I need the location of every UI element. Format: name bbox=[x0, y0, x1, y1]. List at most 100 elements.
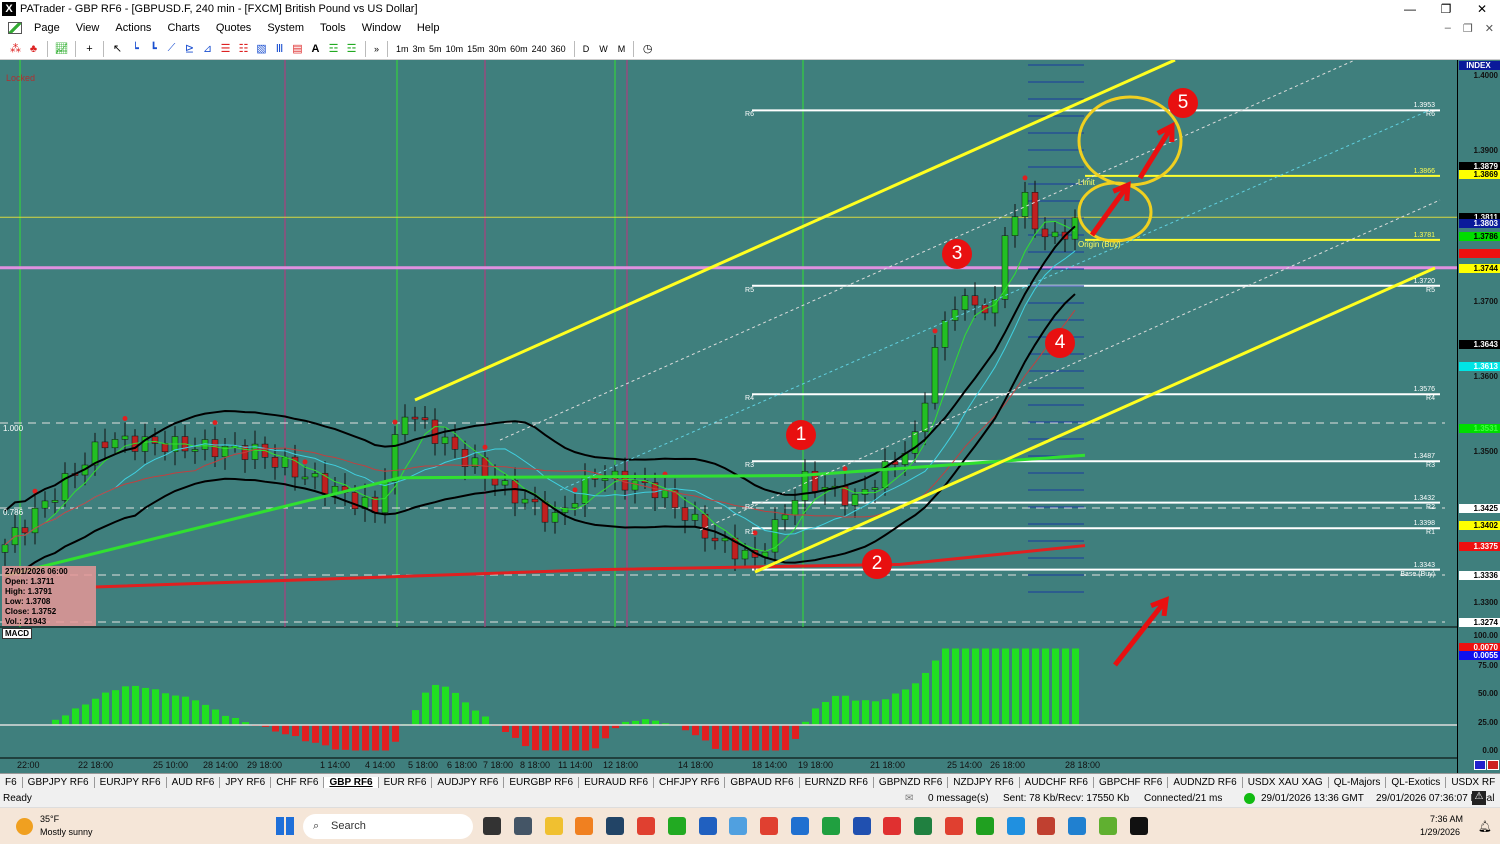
tab-chfjpy-rf6[interactable]: CHFJPY RF6 bbox=[654, 776, 726, 788]
menu-actions[interactable]: Actions bbox=[107, 22, 159, 34]
tab-chf-rf6[interactable]: CHF RF6 bbox=[271, 776, 325, 788]
app-c2-icon[interactable] bbox=[975, 817, 994, 835]
trendline-icon[interactable]: ⟋ bbox=[164, 42, 179, 56]
text-icon[interactable]: A bbox=[308, 42, 323, 56]
weather-icon[interactable] bbox=[16, 818, 33, 835]
period-M[interactable]: M bbox=[616, 44, 628, 54]
order-icon[interactable]: ♣ bbox=[26, 42, 41, 56]
menu-view[interactable]: View bbox=[68, 22, 108, 34]
tab-nzdjpy-rf6[interactable]: NZDJPY RF6 bbox=[948, 776, 1020, 788]
tab-gbpjpy-rf6[interactable]: GBPJPY RF6 bbox=[23, 776, 95, 788]
acrobat-icon[interactable] bbox=[883, 817, 902, 835]
taskbar-search[interactable]: ⌕ Search bbox=[303, 814, 473, 839]
menu-quotes[interactable]: Quotes bbox=[208, 22, 259, 34]
crosshair-icon[interactable]: + bbox=[82, 42, 97, 56]
close-button[interactable]: ✕ bbox=[1464, 0, 1500, 18]
paint-icon[interactable] bbox=[729, 817, 748, 835]
task-view-icon[interactable] bbox=[483, 817, 501, 835]
menu-window[interactable]: Window bbox=[354, 22, 409, 34]
outlook-icon[interactable] bbox=[575, 817, 594, 835]
indicator-icon[interactable]: 📈︎ bbox=[54, 42, 69, 56]
tab-gbpaud-rf6[interactable]: GBPAUD RF6 bbox=[725, 776, 800, 788]
tab-audchf-rf6[interactable]: AUDCHF RF6 bbox=[1020, 776, 1094, 788]
telegram-icon[interactable] bbox=[1006, 817, 1025, 835]
start-icon[interactable] bbox=[276, 817, 294, 835]
scroll-end-icon[interactable] bbox=[1487, 760, 1499, 770]
timeframe-10m[interactable]: 10m bbox=[444, 44, 466, 54]
store-icon[interactable] bbox=[1068, 817, 1087, 835]
app-s2-icon[interactable] bbox=[791, 817, 809, 835]
timeframe-60m[interactable]: 60m bbox=[508, 44, 530, 54]
mdi-minimize-icon[interactable]: – bbox=[1445, 22, 1451, 35]
chrome-icon[interactable] bbox=[637, 817, 655, 835]
menu-tools[interactable]: Tools bbox=[312, 22, 354, 34]
tab-jpy-rf6[interactable]: JPY RF6 bbox=[220, 776, 272, 788]
cycle-lines-icon[interactable]: Ⅲ bbox=[272, 42, 287, 56]
tab-eurgbp-rf6[interactable]: EURGBP RF6 bbox=[504, 776, 580, 788]
notepad-icon[interactable] bbox=[698, 817, 717, 835]
notification-bell-icon[interactable]: 🔔︎ bbox=[1478, 820, 1492, 833]
app-w-icon[interactable] bbox=[1099, 817, 1117, 835]
tab-usdx-xau-xag[interactable]: USDX XAU XAG bbox=[1243, 776, 1329, 788]
status-messages[interactable]: 0 message(s) bbox=[928, 793, 989, 804]
mdi-close-icon[interactable]: ✕ bbox=[1485, 22, 1494, 35]
pointer-icon[interactable]: ↖ bbox=[110, 42, 125, 56]
tab-audnzd-rf6[interactable]: AUDNZD RF6 bbox=[1168, 776, 1243, 788]
timeframe-1m[interactable]: 1m bbox=[394, 44, 411, 54]
tab-gbpnzd-rf6[interactable]: GBPNZD RF6 bbox=[874, 776, 949, 788]
tab-euraud-rf6[interactable]: EURAUD RF6 bbox=[579, 776, 655, 788]
tab-eur-rf6[interactable]: EUR RF6 bbox=[379, 776, 433, 788]
fib-retracement-icon[interactable]: ☰ bbox=[218, 42, 233, 56]
zoom-in-icon[interactable] bbox=[1474, 760, 1486, 770]
channel-icon[interactable]: ▧ bbox=[254, 42, 269, 56]
tab-ql-majors[interactable]: QL-Majors bbox=[1329, 776, 1387, 788]
horizontal-line-icon[interactable]: ┕ bbox=[128, 42, 143, 56]
app-sm-icon[interactable] bbox=[1129, 817, 1148, 835]
alert-icon[interactable]: ⚠ bbox=[1472, 791, 1486, 805]
fan-icon[interactable]: ⊵ bbox=[182, 42, 197, 56]
mail-icon[interactable]: ✉ bbox=[905, 793, 913, 804]
check-icon[interactable] bbox=[821, 817, 840, 835]
price-axis[interactable]: INDEX 1.4000 1.3900 1.3700 1.3600 1.3500 1.33… bbox=[1457, 60, 1500, 773]
levels-icon[interactable]: ☲ bbox=[326, 42, 341, 56]
timeframe-3m[interactable]: 3m bbox=[411, 44, 428, 54]
tab-gbp-rf6[interactable]: GBP RF6 bbox=[324, 776, 379, 788]
minimize-button[interactable]: — bbox=[1392, 0, 1428, 18]
levels2-icon[interactable]: ☲ bbox=[344, 42, 359, 56]
toolbar-more[interactable]: » bbox=[372, 44, 381, 54]
fib-extension-icon[interactable]: ☷ bbox=[236, 42, 251, 56]
buy-sell-icon[interactable]: ⁂ bbox=[8, 42, 23, 56]
printer-icon[interactable] bbox=[1037, 817, 1056, 835]
timeframe-240[interactable]: 240 bbox=[530, 44, 549, 54]
file-explorer-icon[interactable] bbox=[544, 817, 563, 835]
chart-app-icon[interactable] bbox=[8, 22, 22, 34]
rectangle-icon[interactable]: ▤ bbox=[290, 42, 305, 56]
app-s-icon[interactable] bbox=[760, 817, 779, 835]
timeframe-15m[interactable]: 15m bbox=[465, 44, 487, 54]
tab-audjpy-rf6[interactable]: AUDJPY RF6 bbox=[432, 776, 505, 788]
vertical-line-icon[interactable]: ┗ bbox=[146, 42, 161, 56]
clock-icon[interactable]: ◷ bbox=[640, 42, 655, 56]
menu-help[interactable]: Help bbox=[409, 22, 448, 34]
menu-charts[interactable]: Charts bbox=[159, 22, 207, 34]
calculator-icon[interactable] bbox=[513, 817, 532, 835]
tab-usdx-rf[interactable]: USDX RF bbox=[1446, 777, 1500, 788]
tab-f6[interactable]: F6 bbox=[0, 776, 23, 788]
mdi-restore-icon[interactable]: ❐ bbox=[1463, 22, 1473, 35]
patrader-icon[interactable] bbox=[667, 817, 686, 835]
app-c-icon[interactable] bbox=[945, 817, 963, 835]
menu-page[interactable]: Page bbox=[26, 22, 68, 34]
tab-eurnzd-rf6[interactable]: EURNZD RF6 bbox=[800, 776, 874, 788]
menu-system[interactable]: System bbox=[259, 22, 312, 34]
price-chart[interactable]: Locked 1.000 0.786 1.3953 R6 R6 1.3866 1.378… bbox=[0, 60, 1500, 773]
timeframe-30m[interactable]: 30m bbox=[487, 44, 509, 54]
tab-gbpchf-rf6[interactable]: GBPCHF RF6 bbox=[1094, 776, 1169, 788]
period-D[interactable]: D bbox=[581, 44, 592, 54]
timeframe-360[interactable]: 360 bbox=[549, 44, 568, 54]
tab-aud-rf6[interactable]: AUD RF6 bbox=[167, 776, 221, 788]
chart-canvas[interactable] bbox=[0, 60, 1457, 773]
app-icon[interactable] bbox=[606, 817, 625, 835]
tab-eurjpy-rf6[interactable]: EURJPY RF6 bbox=[95, 776, 167, 788]
timeframe-5m[interactable]: 5m bbox=[427, 44, 444, 54]
tab-ql-exotics[interactable]: QL-Exotics bbox=[1386, 776, 1447, 788]
